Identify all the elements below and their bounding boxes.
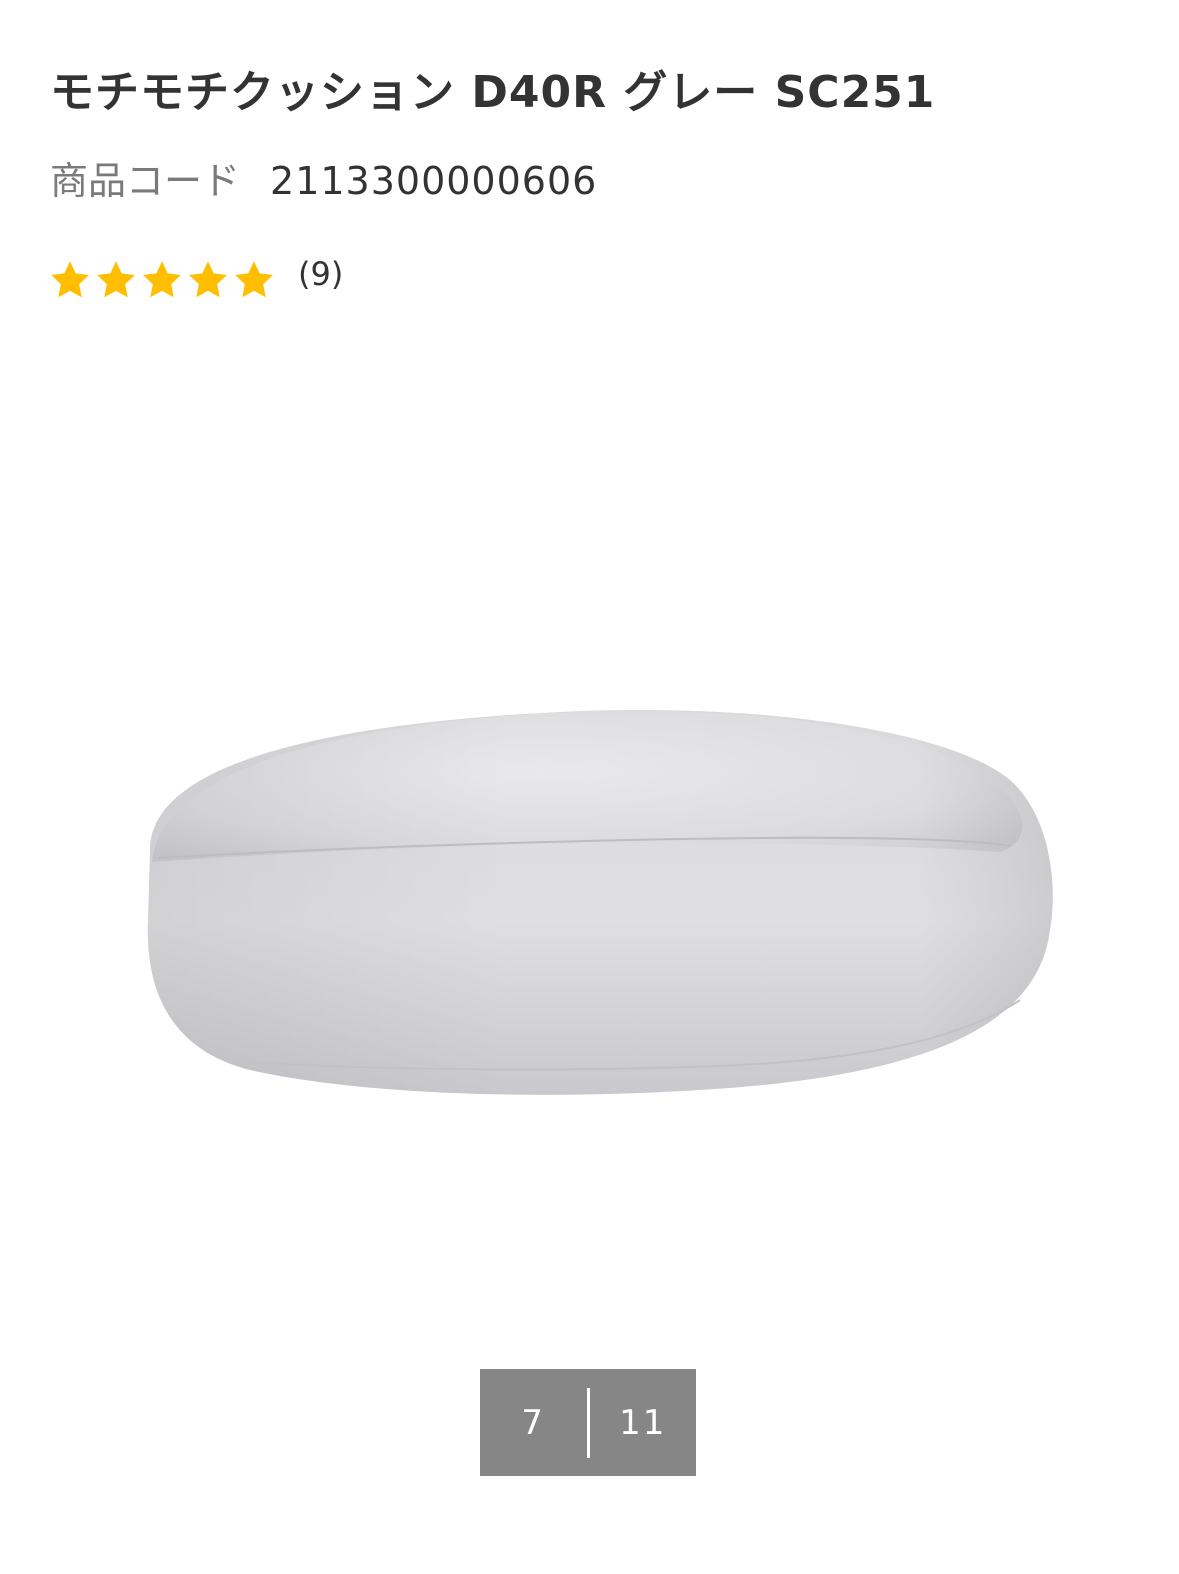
pager-total-count: 11	[619, 1402, 667, 1443]
rating[interactable]: (9)	[48, 255, 343, 302]
product-code-row: 商品コード 2113300000606	[50, 150, 597, 205]
star-icon	[140, 258, 184, 302]
star-icon	[232, 258, 276, 302]
review-count-link[interactable]: (9)	[298, 255, 343, 293]
product-code-label: 商品コード	[50, 159, 241, 203]
product-code-value: 2113300000606	[270, 159, 598, 203]
cushion-image	[147, 709, 1053, 1095]
image-pager: 7 11	[480, 1369, 696, 1476]
product-image[interactable]	[0, 600, 1179, 1220]
product-title: モチモチクッション D40R グレー SC251	[50, 67, 936, 118]
star-icon	[94, 258, 138, 302]
star-icon	[186, 258, 230, 302]
star-rating	[48, 258, 276, 302]
star-icon	[48, 258, 92, 302]
pager-current-index: 7	[521, 1402, 546, 1443]
